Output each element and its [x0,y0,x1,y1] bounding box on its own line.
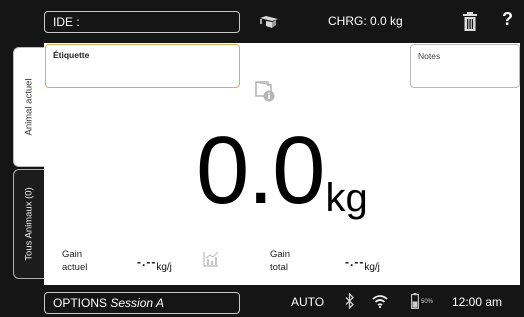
trash-icon[interactable] [462,12,478,32]
battery-icon [411,293,419,309]
tab-tous-animaux-label: Tous Animaux (0) [23,187,35,261]
gain-total-label-line1: Gain [270,249,291,260]
graph-icon[interactable] [203,251,219,267]
ide-label: IDE : [53,15,80,29]
mode-label: AUTO [291,295,325,309]
options-button[interactable]: OPTIONS Session A [44,292,240,314]
trainer-icon[interactable] [258,13,280,31]
weight-unit: kg [325,176,368,220]
wifi-icon [372,295,388,308]
gain-total-value: -.--kg/j [345,255,380,273]
notes-field[interactable]: Notes [410,44,520,88]
tab-animal-actuel[interactable]: Animal actuel [13,47,44,167]
weight-value: 0.0 [196,117,325,224]
gain-total-number: -.-- [345,255,365,269]
gain-current-label-line2: actuel [62,262,88,273]
bottom-bar: OPTIONS Session A AUTO 50% 12:00 am [0,285,524,317]
gain-current-number: -.-- [137,255,157,269]
battery-percent: 50% [421,299,434,305]
options-label: OPTIONS [53,296,108,310]
tab-tous-animaux[interactable]: Tous Animaux (0) [13,169,44,279]
gain-current-label-line1: Gain [62,249,83,260]
etiquette-field[interactable]: Étiquette [45,44,240,88]
main-panel: Étiquette Notes 0.0kg Gain actuel -.--kg… [44,43,524,285]
side-tabs: Animal actuel Tous Animaux (0) [0,43,44,285]
session-label: Session A [110,296,164,310]
gain-current-unit: kg/j [156,262,172,273]
gain-current-label: Gain actuel [62,248,87,274]
top-bar: IDE : CHRG: 0.0 kg ? [0,0,524,43]
scale-app-screen: IDE : CHRG: 0.0 kg ? Animal actuel Tous … [0,0,524,317]
tab-animal-actuel-label: Animal actuel [23,78,35,136]
weight-display: 0.0kg [196,123,368,219]
notes-label: Notes [418,51,441,61]
charge-readout: CHRG: 0.0 kg [328,14,403,28]
ide-field[interactable]: IDE : [44,11,240,33]
gain-total-unit: kg/j [364,262,380,273]
bluetooth-icon [345,293,354,309]
tag-info-icon[interactable] [253,79,277,103]
clock: 12:00 am [452,295,503,309]
gain-total-label-line2: total [270,262,288,273]
help-icon[interactable]: ? [502,9,513,30]
gain-total-label: Gain total [270,248,290,274]
right-edge [520,43,524,285]
gain-current-value: -.--kg/j [137,255,172,273]
etiquette-label: Étiquette [53,50,90,60]
